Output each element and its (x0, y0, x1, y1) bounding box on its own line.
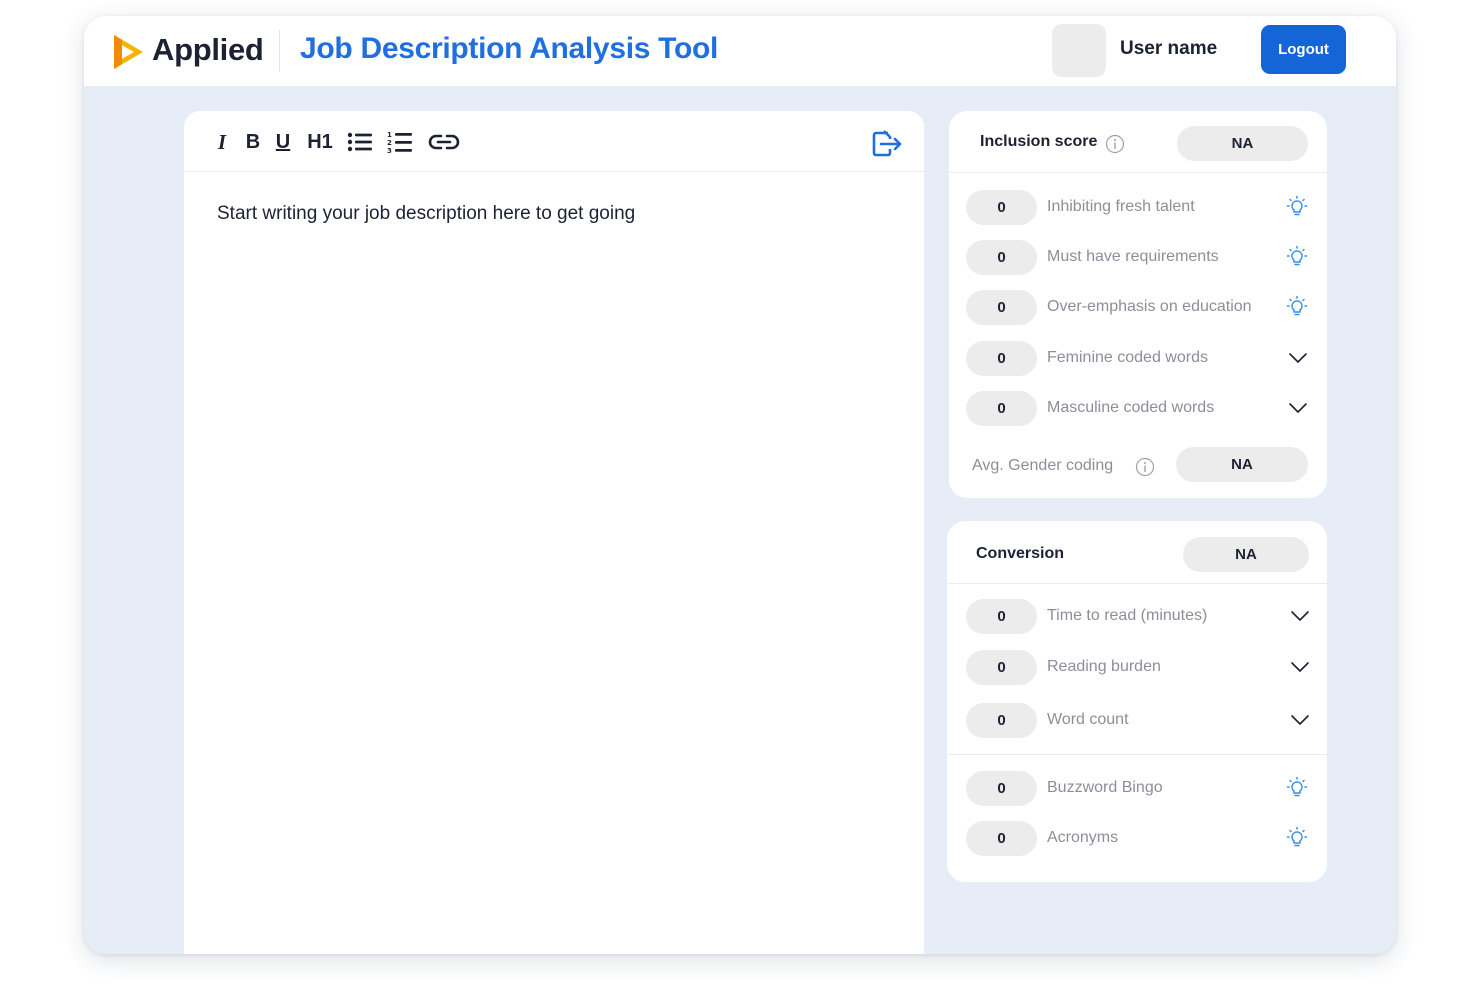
metric-row[interactable]: 0 Masculine coded words (949, 391, 1327, 427)
metric-row[interactable]: 0 Time to read (minutes) (947, 599, 1327, 635)
metric-count: 0 (966, 599, 1037, 634)
svg-text:2: 2 (387, 139, 392, 147)
lightbulb-icon[interactable] (1284, 824, 1310, 852)
brand-name: Applied (152, 32, 264, 67)
chevron-down-icon[interactable] (1285, 394, 1311, 422)
metric-row[interactable]: 0 Over-emphasis on education (949, 290, 1327, 326)
metric-label: Acronyms (1047, 829, 1119, 846)
numbered-list-button[interactable]: 1 2 3 (386, 125, 414, 159)
link-icon (428, 134, 460, 150)
inclusion-score-value: NA (1177, 126, 1308, 161)
page-title: Job Description Analysis Tool (300, 32, 719, 65)
inclusion-header: Inclusion score NA (949, 111, 1327, 173)
underline-button[interactable]: U (273, 125, 293, 159)
metric-row[interactable]: 0 Acronyms (947, 821, 1327, 857)
heading-1-button[interactable]: H1 (306, 125, 334, 159)
metric-row[interactable]: 0 Must have requirements (949, 240, 1327, 276)
app-window: Applied Job Description Analysis Tool Us… (84, 16, 1396, 954)
inclusion-score-label: Inclusion score (980, 133, 1098, 150)
bullet-list-icon (347, 132, 372, 152)
metric-label: Feminine coded words (1047, 349, 1208, 366)
metric-count: 0 (966, 771, 1037, 806)
metric-label: Time to read (minutes) (1047, 607, 1208, 624)
editor-input[interactable]: Start writing your job description here … (217, 203, 635, 225)
metric-count: 0 (966, 821, 1037, 856)
metric-row[interactable]: 0 Buzzword Bingo (947, 771, 1327, 807)
lightbulb-icon[interactable] (1284, 193, 1310, 221)
info-icon[interactable] (1135, 457, 1155, 477)
export-button[interactable] (870, 127, 904, 161)
header-divider (279, 30, 280, 72)
metric-label: Word count (1047, 711, 1129, 728)
metric-label: Must have requirements (1047, 248, 1219, 265)
metric-count: 0 (966, 240, 1037, 275)
metric-label: Reading burden (1047, 658, 1161, 675)
chevron-down-icon[interactable] (1287, 602, 1313, 630)
bold-button[interactable]: B (243, 125, 263, 159)
section-divider (947, 754, 1327, 755)
metric-count: 0 (966, 391, 1037, 426)
metric-count: 0 (966, 190, 1037, 225)
avg-gender-coding-label: Avg. Gender coding (972, 457, 1114, 474)
avatar[interactable] (1052, 24, 1106, 77)
chevron-down-icon[interactable] (1285, 344, 1311, 372)
svg-text:3: 3 (387, 147, 392, 154)
editor-panel: I B U H1 1 2 3 Start writing your job de… (184, 111, 924, 954)
svg-text:1: 1 (387, 131, 392, 139)
metric-label: Inhibiting fresh talent (1047, 198, 1195, 215)
user-name: User name (1120, 38, 1218, 59)
metric-count: 0 (966, 650, 1037, 685)
conversion-header: Conversion NA (947, 521, 1327, 584)
lightbulb-icon[interactable] (1284, 243, 1310, 271)
lightbulb-icon[interactable] (1284, 293, 1310, 321)
avg-gender-coding-value: NA (1176, 447, 1308, 482)
numbered-list-icon: 1 2 3 (387, 131, 412, 154)
metric-row[interactable]: 0 Feminine coded words (949, 341, 1327, 377)
metric-row[interactable]: 0 Word count (947, 703, 1327, 739)
editor-toolbar: I B U H1 1 2 3 (184, 111, 924, 172)
conversion-panel: Conversion NA 0 Time to read (minutes) 0… (947, 521, 1327, 882)
metric-label: Masculine coded words (1047, 399, 1215, 416)
metric-label: Buzzword Bingo (1047, 779, 1163, 796)
metric-row[interactable]: 0 Reading burden (947, 650, 1327, 686)
lightbulb-icon[interactable] (1284, 774, 1310, 802)
metric-row[interactable]: 0 Inhibiting fresh talent (949, 190, 1327, 226)
export-icon (872, 130, 902, 157)
metric-count: 0 (966, 703, 1037, 738)
bullet-list-button[interactable] (346, 125, 374, 159)
logout-button[interactable]: Logout (1261, 25, 1346, 74)
applied-logo-icon (114, 35, 143, 69)
metric-count: 0 (966, 341, 1037, 376)
chevron-down-icon[interactable] (1287, 653, 1313, 681)
info-icon[interactable] (1105, 134, 1125, 154)
link-button[interactable] (427, 125, 461, 159)
top-bar: Applied Job Description Analysis Tool Us… (84, 16, 1396, 86)
metric-count: 0 (966, 290, 1037, 325)
conversion-label: Conversion (976, 545, 1065, 562)
italic-button[interactable]: I (212, 125, 232, 159)
conversion-score-value: NA (1183, 537, 1309, 572)
inclusion-panel: Inclusion score NA 0 Inhibiting fresh ta… (949, 111, 1327, 498)
metric-label: Over-emphasis on education (1047, 298, 1252, 315)
chevron-down-icon[interactable] (1287, 706, 1313, 734)
